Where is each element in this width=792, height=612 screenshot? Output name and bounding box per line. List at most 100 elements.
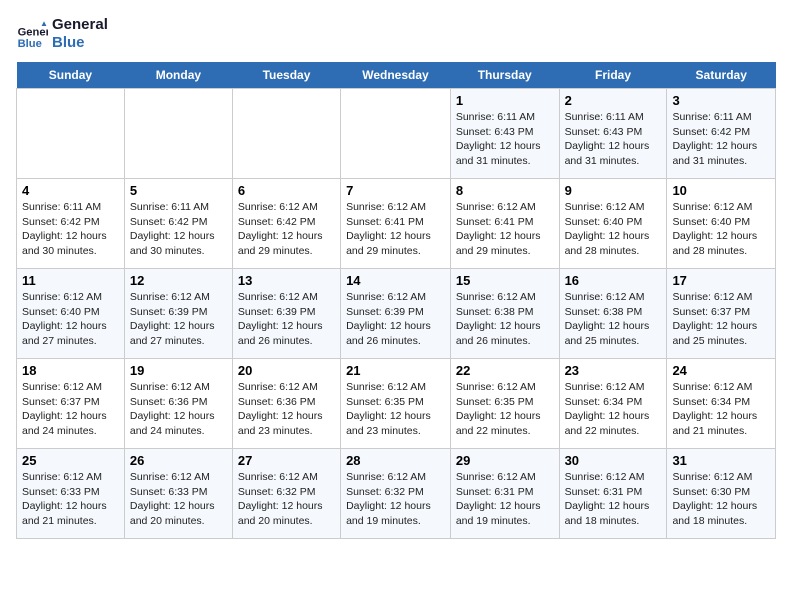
- day-cell: 5 Sunrise: 6:11 AM Sunset: 6:42 PM Daylig…: [124, 179, 232, 269]
- day-number: 15: [456, 273, 554, 288]
- day-number: 18: [22, 363, 119, 378]
- day-number: 26: [130, 453, 227, 468]
- day-info: Sunrise: 6:12 AM Sunset: 6:41 PM Dayligh…: [456, 200, 554, 259]
- calendar-table: SundayMondayTuesdayWednesdayThursdayFrid…: [16, 62, 776, 539]
- day-number: 5: [130, 183, 227, 198]
- day-info: Sunrise: 6:12 AM Sunset: 6:35 PM Dayligh…: [346, 380, 445, 439]
- day-info: Sunrise: 6:12 AM Sunset: 6:31 PM Dayligh…: [456, 470, 554, 529]
- day-info: Sunrise: 6:12 AM Sunset: 6:37 PM Dayligh…: [22, 380, 119, 439]
- day-cell: 3 Sunrise: 6:11 AM Sunset: 6:42 PM Daylig…: [667, 89, 776, 179]
- day-number: 4: [22, 183, 119, 198]
- day-info: Sunrise: 6:12 AM Sunset: 6:40 PM Dayligh…: [22, 290, 119, 349]
- day-info: Sunrise: 6:12 AM Sunset: 6:38 PM Dayligh…: [456, 290, 554, 349]
- day-number: 9: [565, 183, 662, 198]
- day-info: Sunrise: 6:12 AM Sunset: 6:41 PM Dayligh…: [346, 200, 445, 259]
- day-info: Sunrise: 6:12 AM Sunset: 6:39 PM Dayligh…: [346, 290, 445, 349]
- day-cell: 8 Sunrise: 6:12 AM Sunset: 6:41 PM Daylig…: [450, 179, 559, 269]
- day-cell: 11 Sunrise: 6:12 AM Sunset: 6:40 PM Dayli…: [17, 269, 125, 359]
- day-number: 28: [346, 453, 445, 468]
- day-info: Sunrise: 6:12 AM Sunset: 6:36 PM Dayligh…: [238, 380, 335, 439]
- weekday-tuesday: Tuesday: [232, 62, 340, 89]
- day-info: Sunrise: 6:12 AM Sunset: 6:36 PM Dayligh…: [130, 380, 227, 439]
- day-info: Sunrise: 6:12 AM Sunset: 6:42 PM Dayligh…: [238, 200, 335, 259]
- day-info: Sunrise: 6:11 AM Sunset: 6:42 PM Dayligh…: [22, 200, 119, 259]
- day-cell: 14 Sunrise: 6:12 AM Sunset: 6:39 PM Dayli…: [341, 269, 451, 359]
- day-number: 24: [672, 363, 770, 378]
- day-cell: 1 Sunrise: 6:11 AM Sunset: 6:43 PM Daylig…: [450, 89, 559, 179]
- day-cell: 17Sunrise: 6:12 AM Sunset: 6:37 PM Dayli…: [667, 269, 776, 359]
- logo-text-general: General: [52, 16, 108, 34]
- day-number: 8: [456, 183, 554, 198]
- logo-icon: General Blue: [16, 18, 48, 50]
- day-info: Sunrise: 6:12 AM Sunset: 6:30 PM Dayligh…: [672, 470, 770, 529]
- day-cell: [341, 89, 451, 179]
- day-cell: 16 Sunrise: 6:12 AM Sunset: 6:38 PM Dayli…: [559, 269, 667, 359]
- day-number: 23: [565, 363, 662, 378]
- day-cell: 22 Sunrise: 6:12 AM Sunset: 6:35 PM Dayli…: [450, 359, 559, 449]
- day-info: Sunrise: 6:11 AM Sunset: 6:43 PM Dayligh…: [456, 110, 554, 169]
- day-number: 16: [565, 273, 662, 288]
- day-number: 31: [672, 453, 770, 468]
- day-cell: 18 Sunrise: 6:12 AM Sunset: 6:37 PM Dayli…: [17, 359, 125, 449]
- day-number: 30: [565, 453, 662, 468]
- day-cell: [232, 89, 340, 179]
- day-number: 6: [238, 183, 335, 198]
- day-number: 10: [672, 183, 770, 198]
- day-info: Sunrise: 6:12 AM Sunset: 6:38 PM Dayligh…: [565, 290, 662, 349]
- logo: General Blue General Blue: [16, 16, 108, 52]
- day-number: 7: [346, 183, 445, 198]
- week-row-4: 18 Sunrise: 6:12 AM Sunset: 6:37 PM Dayli…: [17, 359, 776, 449]
- day-cell: 15 Sunrise: 6:12 AM Sunset: 6:38 PM Dayli…: [450, 269, 559, 359]
- day-number: 12: [130, 273, 227, 288]
- day-number: 19: [130, 363, 227, 378]
- weekday-thursday: Thursday: [450, 62, 559, 89]
- day-number: 11: [22, 273, 119, 288]
- day-number: 13: [238, 273, 335, 288]
- day-number: 22: [456, 363, 554, 378]
- calendar-body: 1 Sunrise: 6:11 AM Sunset: 6:43 PM Daylig…: [17, 89, 776, 539]
- weekday-friday: Friday: [559, 62, 667, 89]
- page-header: General Blue General Blue: [16, 16, 776, 52]
- day-info: Sunrise: 6:12 AM Sunset: 6:33 PM Dayligh…: [22, 470, 119, 529]
- day-cell: 31 Sunrise: 6:12 AM Sunset: 6:30 PM Dayli…: [667, 449, 776, 539]
- day-cell: 4 Sunrise: 6:11 AM Sunset: 6:42 PM Daylig…: [17, 179, 125, 269]
- day-number: 21: [346, 363, 445, 378]
- week-row-3: 11 Sunrise: 6:12 AM Sunset: 6:40 PM Dayli…: [17, 269, 776, 359]
- weekday-monday: Monday: [124, 62, 232, 89]
- day-cell: 19 Sunrise: 6:12 AM Sunset: 6:36 PM Dayli…: [124, 359, 232, 449]
- week-row-2: 4 Sunrise: 6:11 AM Sunset: 6:42 PM Daylig…: [17, 179, 776, 269]
- week-row-1: 1 Sunrise: 6:11 AM Sunset: 6:43 PM Daylig…: [17, 89, 776, 179]
- day-number: 27: [238, 453, 335, 468]
- svg-text:General: General: [18, 27, 48, 39]
- day-cell: 12 Sunrise: 6:12 AM Sunset: 6:39 PM Dayli…: [124, 269, 232, 359]
- day-cell: 30 Sunrise: 6:12 AM Sunset: 6:31 PM Dayli…: [559, 449, 667, 539]
- weekday-wednesday: Wednesday: [341, 62, 451, 89]
- day-info: Sunrise: 6:12 AM Sunset: 6:33 PM Dayligh…: [130, 470, 227, 529]
- day-cell: 21 Sunrise: 6:12 AM Sunset: 6:35 PM Dayli…: [341, 359, 451, 449]
- day-number: 20: [238, 363, 335, 378]
- day-cell: 29Sunrise: 6:12 AM Sunset: 6:31 PM Dayli…: [450, 449, 559, 539]
- day-number: 3: [672, 93, 770, 108]
- day-info: Sunrise: 6:12 AM Sunset: 6:34 PM Dayligh…: [565, 380, 662, 439]
- day-cell: 13Sunrise: 6:12 AM Sunset: 6:39 PM Dayli…: [232, 269, 340, 359]
- week-row-5: 25Sunrise: 6:12 AM Sunset: 6:33 PM Dayli…: [17, 449, 776, 539]
- day-info: Sunrise: 6:12 AM Sunset: 6:37 PM Dayligh…: [672, 290, 770, 349]
- day-cell: 26 Sunrise: 6:12 AM Sunset: 6:33 PM Dayli…: [124, 449, 232, 539]
- day-number: 14: [346, 273, 445, 288]
- day-info: Sunrise: 6:12 AM Sunset: 6:39 PM Dayligh…: [130, 290, 227, 349]
- day-info: Sunrise: 6:12 AM Sunset: 6:31 PM Dayligh…: [565, 470, 662, 529]
- weekday-sunday: Sunday: [17, 62, 125, 89]
- day-cell: 28Sunrise: 6:12 AM Sunset: 6:32 PM Dayli…: [341, 449, 451, 539]
- day-number: 1: [456, 93, 554, 108]
- day-cell: 27Sunrise: 6:12 AM Sunset: 6:32 PM Dayli…: [232, 449, 340, 539]
- day-info: Sunrise: 6:11 AM Sunset: 6:42 PM Dayligh…: [672, 110, 770, 169]
- day-cell: 2Sunrise: 6:11 AM Sunset: 6:43 PM Daylig…: [559, 89, 667, 179]
- day-cell: 9 Sunrise: 6:12 AM Sunset: 6:40 PM Daylig…: [559, 179, 667, 269]
- day-cell: [17, 89, 125, 179]
- day-cell: 10Sunrise: 6:12 AM Sunset: 6:40 PM Dayli…: [667, 179, 776, 269]
- day-info: Sunrise: 6:12 AM Sunset: 6:34 PM Dayligh…: [672, 380, 770, 439]
- logo-text-blue: Blue: [52, 34, 108, 52]
- day-info: Sunrise: 6:11 AM Sunset: 6:42 PM Dayligh…: [130, 200, 227, 259]
- day-info: Sunrise: 6:12 AM Sunset: 6:40 PM Dayligh…: [565, 200, 662, 259]
- day-info: Sunrise: 6:12 AM Sunset: 6:35 PM Dayligh…: [456, 380, 554, 439]
